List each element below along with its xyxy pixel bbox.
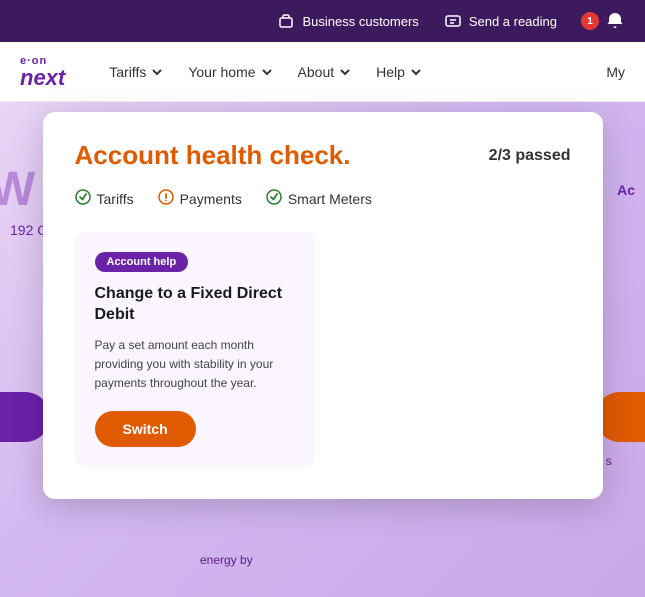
top-bar: Business customers Send a reading 1 bbox=[0, 0, 645, 42]
modal-title: Account health check. bbox=[75, 140, 351, 171]
notification-badge: 1 bbox=[581, 12, 599, 30]
chevron-down-icon bbox=[260, 65, 274, 79]
nav-bar: e·on next Tariffs Your home About Help M… bbox=[0, 42, 645, 102]
health-check-modal: Account health check. 2/3 passed Tariffs bbox=[43, 112, 603, 499]
check-smart-meters-icon bbox=[266, 189, 282, 208]
card-description: Pay a set amount each month providing yo… bbox=[95, 336, 295, 394]
check-smart-meters-label: Smart Meters bbox=[288, 191, 372, 207]
tariffs-label: Tariffs bbox=[109, 64, 146, 80]
chevron-down-icon bbox=[409, 65, 423, 79]
logo[interactable]: e·on next bbox=[20, 55, 65, 89]
modal-header: Account health check. 2/3 passed bbox=[75, 140, 571, 171]
main-background: W 192 G Ac t paym payment ment is s afte… bbox=[0, 102, 645, 597]
nav-tariffs[interactable]: Tariffs bbox=[109, 64, 164, 80]
my-label: My bbox=[606, 64, 625, 80]
meter-icon bbox=[443, 11, 463, 31]
briefcase-icon bbox=[276, 11, 296, 31]
check-payments-icon bbox=[158, 189, 174, 208]
send-reading-label: Send a reading bbox=[469, 14, 557, 29]
checks-row: Tariffs Payments bbox=[75, 189, 571, 208]
modal-overlay: Account health check. 2/3 passed Tariffs bbox=[0, 102, 645, 597]
chevron-down-icon bbox=[338, 65, 352, 79]
passed-count: 2/3 passed bbox=[489, 147, 571, 165]
check-payments: Payments bbox=[158, 189, 242, 208]
check-tariffs-icon bbox=[75, 189, 91, 208]
check-tariffs-label: Tariffs bbox=[97, 191, 134, 207]
card-title: Change to a Fixed Direct Debit bbox=[95, 284, 295, 326]
logo-next-text: next bbox=[20, 67, 65, 89]
account-help-card: Account help Change to a Fixed Direct De… bbox=[75, 232, 315, 467]
bell-icon bbox=[605, 11, 625, 31]
business-customers-link[interactable]: Business customers bbox=[276, 11, 418, 31]
your-home-label: Your home bbox=[188, 64, 255, 80]
chevron-down-icon bbox=[150, 65, 164, 79]
nav-your-home[interactable]: Your home bbox=[188, 64, 273, 80]
business-customers-label: Business customers bbox=[302, 14, 418, 29]
notification-link[interactable]: 1 bbox=[581, 11, 625, 31]
switch-button[interactable]: Switch bbox=[95, 411, 196, 447]
nav-my[interactable]: My bbox=[606, 64, 625, 80]
card-badge: Account help bbox=[95, 252, 189, 272]
nav-help[interactable]: Help bbox=[376, 64, 423, 80]
send-reading-link[interactable]: Send a reading bbox=[443, 11, 557, 31]
check-tariffs: Tariffs bbox=[75, 189, 134, 208]
help-label: Help bbox=[376, 64, 405, 80]
check-smart-meters: Smart Meters bbox=[266, 189, 372, 208]
check-payments-label: Payments bbox=[180, 191, 242, 207]
nav-about[interactable]: About bbox=[298, 64, 353, 80]
about-label: About bbox=[298, 64, 335, 80]
